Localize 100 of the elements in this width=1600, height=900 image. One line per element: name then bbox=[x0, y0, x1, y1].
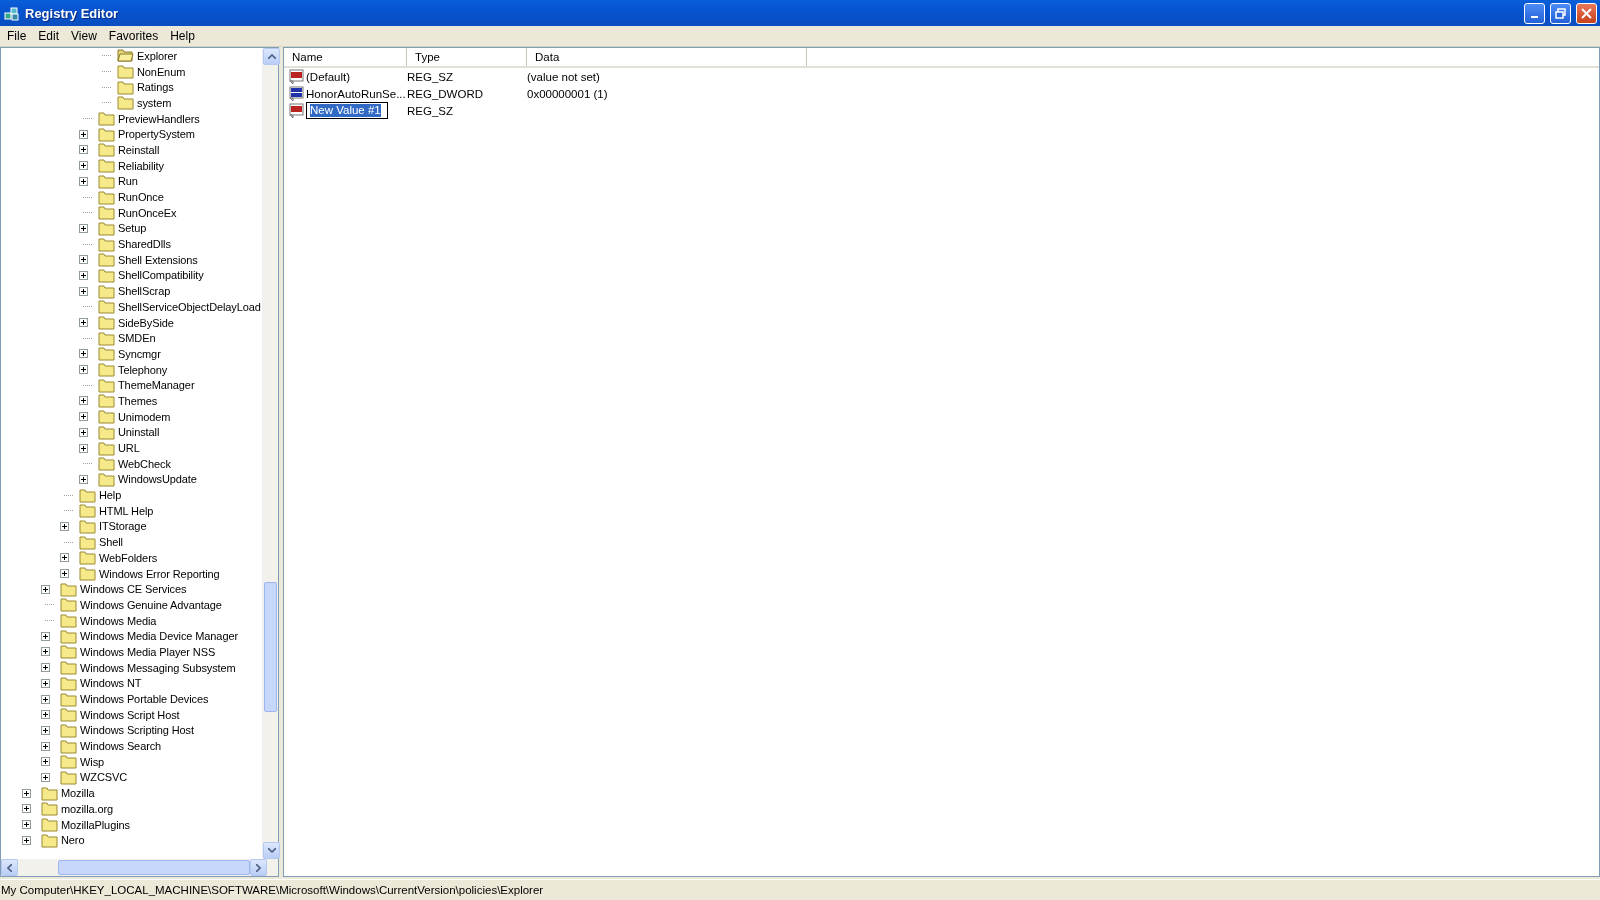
expand-toggle[interactable] bbox=[79, 223, 88, 233]
horizontal-scrollbar[interactable] bbox=[1, 859, 278, 876]
folder-icon bbox=[60, 754, 77, 770]
tree-item[interactable]: Explorer bbox=[136, 48, 179, 63]
value-name[interactable]: HonorAutoRunSe... bbox=[306, 87, 406, 100]
tree-item[interactable]: ITStorage bbox=[98, 519, 148, 534]
tree-item[interactable]: Shell bbox=[98, 535, 124, 550]
minimize-button[interactable] bbox=[1524, 2, 1545, 24]
folder-icon bbox=[98, 440, 115, 456]
tree-item[interactable]: Windows Script Host bbox=[79, 707, 181, 722]
restore-icon bbox=[1555, 7, 1566, 19]
tree-item[interactable]: Windows Search bbox=[79, 739, 163, 754]
tree-item[interactable]: Windows Scripting Host bbox=[79, 723, 195, 738]
folder-icon bbox=[117, 95, 134, 111]
folder-icon bbox=[98, 189, 115, 205]
close-icon bbox=[1581, 7, 1592, 19]
tree-item[interactable]: Windows CE Services bbox=[79, 582, 188, 597]
tree-item[interactable]: Run bbox=[117, 174, 139, 189]
tree-item[interactable]: RunOnce bbox=[117, 190, 165, 205]
minimize-icon bbox=[1531, 16, 1538, 18]
tree-item[interactable]: Reliability bbox=[117, 158, 165, 173]
column-header[interactable]: Name bbox=[284, 48, 407, 66]
expand-toggle[interactable] bbox=[79, 318, 88, 328]
folder-icon bbox=[98, 315, 115, 331]
folder-icon bbox=[60, 644, 77, 660]
menu-item[interactable]: View bbox=[65, 26, 103, 46]
tree-item[interactable]: Windows Error Reporting bbox=[98, 566, 221, 581]
folder-icon bbox=[41, 817, 58, 833]
tree-item[interactable]: Windows Media Player NSS bbox=[79, 644, 217, 659]
tree-item[interactable]: Unimodem bbox=[117, 409, 172, 424]
tree-item[interactable]: SharedDlls bbox=[117, 237, 172, 252]
tree-item[interactable]: HTML Help bbox=[98, 503, 155, 518]
tree-item[interactable]: WebFolders bbox=[98, 550, 159, 565]
scroll-thumb[interactable] bbox=[58, 860, 250, 875]
folder-icon bbox=[98, 236, 115, 252]
scroll-down-button[interactable] bbox=[263, 842, 280, 859]
tree-item[interactable]: system bbox=[136, 95, 173, 110]
tree-item[interactable]: Reinstall bbox=[117, 142, 161, 157]
restore-button[interactable] bbox=[1550, 2, 1571, 24]
tree-item[interactable]: PreviewHandlers bbox=[117, 111, 201, 126]
tree-item[interactable]: Windows Messaging Subsystem bbox=[79, 660, 237, 675]
tree-item[interactable]: URL bbox=[117, 441, 141, 456]
expand-toggle[interactable] bbox=[60, 521, 69, 531]
tree-item[interactable]: MozillaPlugins bbox=[60, 817, 131, 832]
folder-icon bbox=[98, 299, 115, 315]
tree-item[interactable]: Windows Media bbox=[79, 613, 158, 628]
column-header[interactable]: Type bbox=[407, 48, 527, 66]
vertical-scrollbar[interactable] bbox=[262, 48, 278, 859]
tree-item[interactable]: Windows Portable Devices bbox=[79, 692, 210, 707]
tree-item[interactable]: WebCheck bbox=[117, 456, 172, 471]
folder-icon bbox=[98, 267, 115, 283]
close-button[interactable] bbox=[1576, 2, 1597, 24]
string-value-icon bbox=[289, 68, 305, 85]
value-name[interactable]: (Default) bbox=[306, 70, 406, 83]
folder-icon bbox=[98, 126, 115, 142]
tree-item[interactable]: Setup bbox=[117, 221, 148, 236]
tree-item[interactable]: Windows NT bbox=[79, 676, 143, 691]
folder-icon bbox=[98, 283, 115, 299]
expand-toggle[interactable] bbox=[79, 474, 88, 484]
down-chevron-icon bbox=[267, 848, 276, 853]
menu-item[interactable]: File bbox=[1, 26, 33, 46]
tree-item[interactable]: Mozilla bbox=[60, 786, 96, 801]
tree-item[interactable]: NonEnum bbox=[136, 64, 187, 79]
tree-item[interactable]: SMDEn bbox=[117, 331, 157, 346]
tree-item[interactable]: Windows Media Device Manager bbox=[79, 629, 239, 644]
menu-item[interactable]: Help bbox=[164, 26, 201, 46]
left-chevron-icon bbox=[7, 863, 12, 872]
folder-icon bbox=[60, 675, 77, 691]
tree-item[interactable]: ShellServiceObjectDelayLoad bbox=[117, 299, 262, 314]
tree-item[interactable]: Help bbox=[98, 488, 123, 503]
folder-icon bbox=[98, 424, 115, 440]
tree-item[interactable]: Wisp bbox=[79, 754, 106, 769]
rename-field[interactable]: New Value #1 bbox=[306, 102, 388, 119]
string-value-icon bbox=[289, 102, 305, 119]
tree-item[interactable]: RunOnceEx bbox=[117, 205, 178, 220]
tree-item[interactable]: ShellCompatibility bbox=[117, 268, 205, 283]
column-header[interactable]: Data bbox=[527, 48, 807, 66]
tree-item[interactable]: Shell Extensions bbox=[117, 252, 199, 267]
tree-item[interactable]: SideBySide bbox=[117, 315, 175, 330]
tree-item[interactable]: Uninstall bbox=[117, 425, 161, 440]
tree-item[interactable]: Themes bbox=[117, 393, 159, 408]
tree-item[interactable]: ThemeManager bbox=[117, 378, 196, 393]
tree-item[interactable]: Nero bbox=[60, 833, 86, 848]
tree-item[interactable]: Ratings bbox=[136, 80, 175, 95]
tree-item[interactable]: Telephony bbox=[117, 362, 169, 377]
scroll-thumb[interactable] bbox=[264, 582, 277, 712]
tree-item[interactable]: PropertySystem bbox=[117, 127, 196, 142]
menu-item[interactable]: Edit bbox=[32, 26, 66, 46]
tree-item[interactable]: mozilla.org bbox=[60, 801, 115, 816]
tree-item[interactable]: Syncmgr bbox=[117, 346, 162, 361]
folder-icon bbox=[41, 801, 58, 817]
menu-item[interactable]: Favorites bbox=[102, 26, 165, 46]
scroll-up-button[interactable] bbox=[263, 48, 280, 65]
scroll-left-button[interactable] bbox=[1, 859, 18, 876]
tree-item[interactable]: ShellScrap bbox=[117, 284, 172, 299]
tree-item[interactable]: WindowsUpdate bbox=[117, 472, 198, 487]
folder-icon bbox=[60, 581, 77, 597]
tree-item[interactable]: Windows Genuine Advantage bbox=[79, 597, 223, 612]
scroll-right-button[interactable] bbox=[250, 859, 267, 876]
tree-item[interactable]: WZCSVC bbox=[79, 770, 129, 785]
